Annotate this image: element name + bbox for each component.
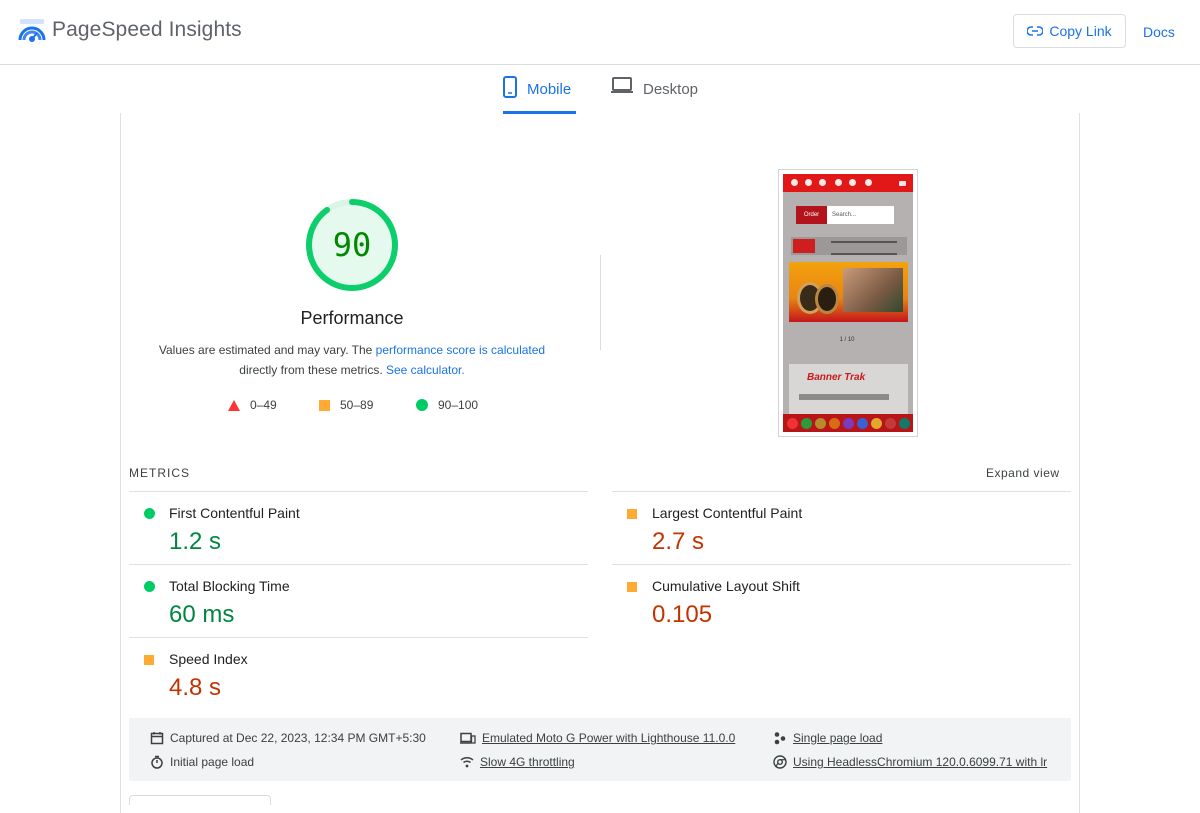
pagespeed-logo-icon: [18, 19, 46, 42]
performance-title: Performance: [300, 308, 404, 328]
average-square-icon: [627, 509, 637, 519]
tab-desktop[interactable]: Desktop: [611, 76, 698, 114]
browser-version[interactable]: Using HeadlessChromium 120.0.6099.71 wit…: [773, 755, 1047, 769]
metric-lcp: Largest Contentful Paint 2.7 s: [612, 494, 1062, 566]
single-page-load-text: Single page load: [793, 731, 883, 745]
pass-circle-icon: [144, 508, 155, 519]
network-throttling[interactable]: Slow 4G throttling: [460, 755, 575, 769]
metric-speed-index: Speed Index 4.8 s: [129, 640, 579, 712]
thumbnail-banner-text: Banner Trak: [807, 372, 866, 383]
see-calculator-link[interactable]: See calculator.: [386, 363, 465, 377]
square-icon: [319, 399, 330, 411]
nodes-icon: [774, 732, 786, 745]
emulated-device[interactable]: Emulated Moto G Power with Lighthouse 11…: [460, 731, 735, 745]
metric-divider: [129, 491, 588, 492]
metric-name: Speed Index: [169, 651, 248, 667]
calendar-icon: [150, 732, 164, 745]
metric-value: 0.105: [652, 601, 713, 628]
pass-circle-icon: [144, 581, 155, 592]
captured-at: Captured at Dec 22, 2023, 12:34 PM GMT+5…: [150, 731, 426, 745]
run-info-panel: Captured at Dec 22, 2023, 12:34 PM GMT+5…: [129, 718, 1071, 781]
vertical-divider: [600, 255, 601, 350]
metric-value: 60 ms: [169, 601, 235, 628]
metric-value: 2.7 s: [652, 528, 705, 555]
app-title: PageSpeed Insights: [52, 18, 242, 41]
copy-link-label: Copy Link: [1049, 23, 1112, 39]
thumbnail-pager: 1 / 10: [839, 337, 855, 343]
legend-fail-label: 0–49: [250, 398, 277, 412]
chrome-icon: [773, 755, 787, 769]
legend-pass: 90–100: [416, 398, 478, 412]
metric-value: 4.8 s: [169, 674, 222, 701]
metric-fcp: First Contentful Paint 1.2 s: [129, 494, 579, 566]
metrics-heading: METRICS: [129, 466, 190, 480]
metric-tbt: Total Blocking Time 60 ms: [129, 567, 579, 639]
legend-average: 50–89: [319, 398, 373, 412]
desc-prefix: Values are estimated and may vary. The: [158, 343, 376, 357]
circle-icon: [416, 399, 428, 411]
tab-mobile-label: Mobile: [527, 81, 572, 98]
captured-at-text: Captured at Dec 22, 2023, 12:34 PM GMT+5…: [170, 731, 426, 745]
legend-average-label: 50–89: [340, 398, 374, 412]
top-bar: PageSpeed Insights Copy Link Docs: [0, 0, 1200, 65]
metric-name: Cumulative Layout Shift: [652, 578, 800, 594]
docs-link[interactable]: Docs: [1143, 24, 1175, 40]
legend-fail: 0–49: [228, 398, 277, 412]
copy-link-button[interactable]: Copy Link: [1013, 14, 1126, 48]
metric-cls: Cumulative Layout Shift 0.105: [612, 567, 1062, 639]
desktop-icon: [611, 77, 633, 93]
expand-view-button[interactable]: Expand view: [986, 466, 1060, 480]
thumbnail-bottom-bar: [783, 414, 913, 432]
triangle-icon: [228, 399, 240, 411]
thumbnail-banner-small: [791, 237, 907, 255]
metric-name: Total Blocking Time: [169, 578, 290, 594]
timer-icon: [151, 755, 163, 769]
single-page-load[interactable]: Single page load: [773, 731, 882, 745]
legend-pass-label: 90–100: [438, 398, 479, 412]
emulated-device-text: Emulated Moto G Power with Lighthouse 11…: [482, 731, 736, 745]
thumbnail-top-bar: [783, 174, 913, 192]
devices-icon: [460, 732, 476, 744]
thumbnail-content: Order Search... 1 / 10 Banner Trak: [783, 174, 913, 432]
metric-name: Largest Contentful Paint: [652, 505, 803, 521]
performance-description: Values are estimated and may vary. The p…: [150, 340, 554, 380]
metric-value: 1.2 s: [169, 528, 222, 555]
thumbnail-banner-trak: Banner Trak: [789, 364, 908, 414]
tab-mobile[interactable]: Mobile: [503, 76, 576, 114]
average-square-icon: [144, 655, 154, 665]
metric-name: First Contentful Paint: [169, 505, 300, 521]
thumbnail-order-button: Order: [796, 206, 827, 224]
browser-version-text: Using HeadlessChromium 120.0.6099.71 wit…: [793, 755, 1048, 769]
initial-page-load: Initial page load: [150, 755, 254, 769]
tab-desktop-label: Desktop: [643, 81, 699, 98]
performance-score: 90: [332, 226, 372, 264]
wifi-icon: [460, 756, 474, 768]
average-square-icon: [627, 582, 637, 592]
next-section-stub: [129, 795, 271, 805]
phone-icon: [503, 76, 517, 98]
thumbnail-hero-image: [789, 262, 908, 322]
thumbnail-search: Search...: [827, 206, 894, 224]
page-screenshot-thumbnail[interactable]: Order Search... 1 / 10 Banner Trak: [778, 169, 918, 437]
score-calculated-link[interactable]: performance score is calculated: [376, 343, 545, 357]
link-icon: [1027, 26, 1044, 36]
initial-page-load-text: Initial page load: [170, 755, 255, 769]
desc-middle: directly from these metrics.: [239, 363, 386, 377]
network-throttling-text: Slow 4G throttling: [480, 755, 575, 769]
metric-divider: [612, 491, 1071, 492]
